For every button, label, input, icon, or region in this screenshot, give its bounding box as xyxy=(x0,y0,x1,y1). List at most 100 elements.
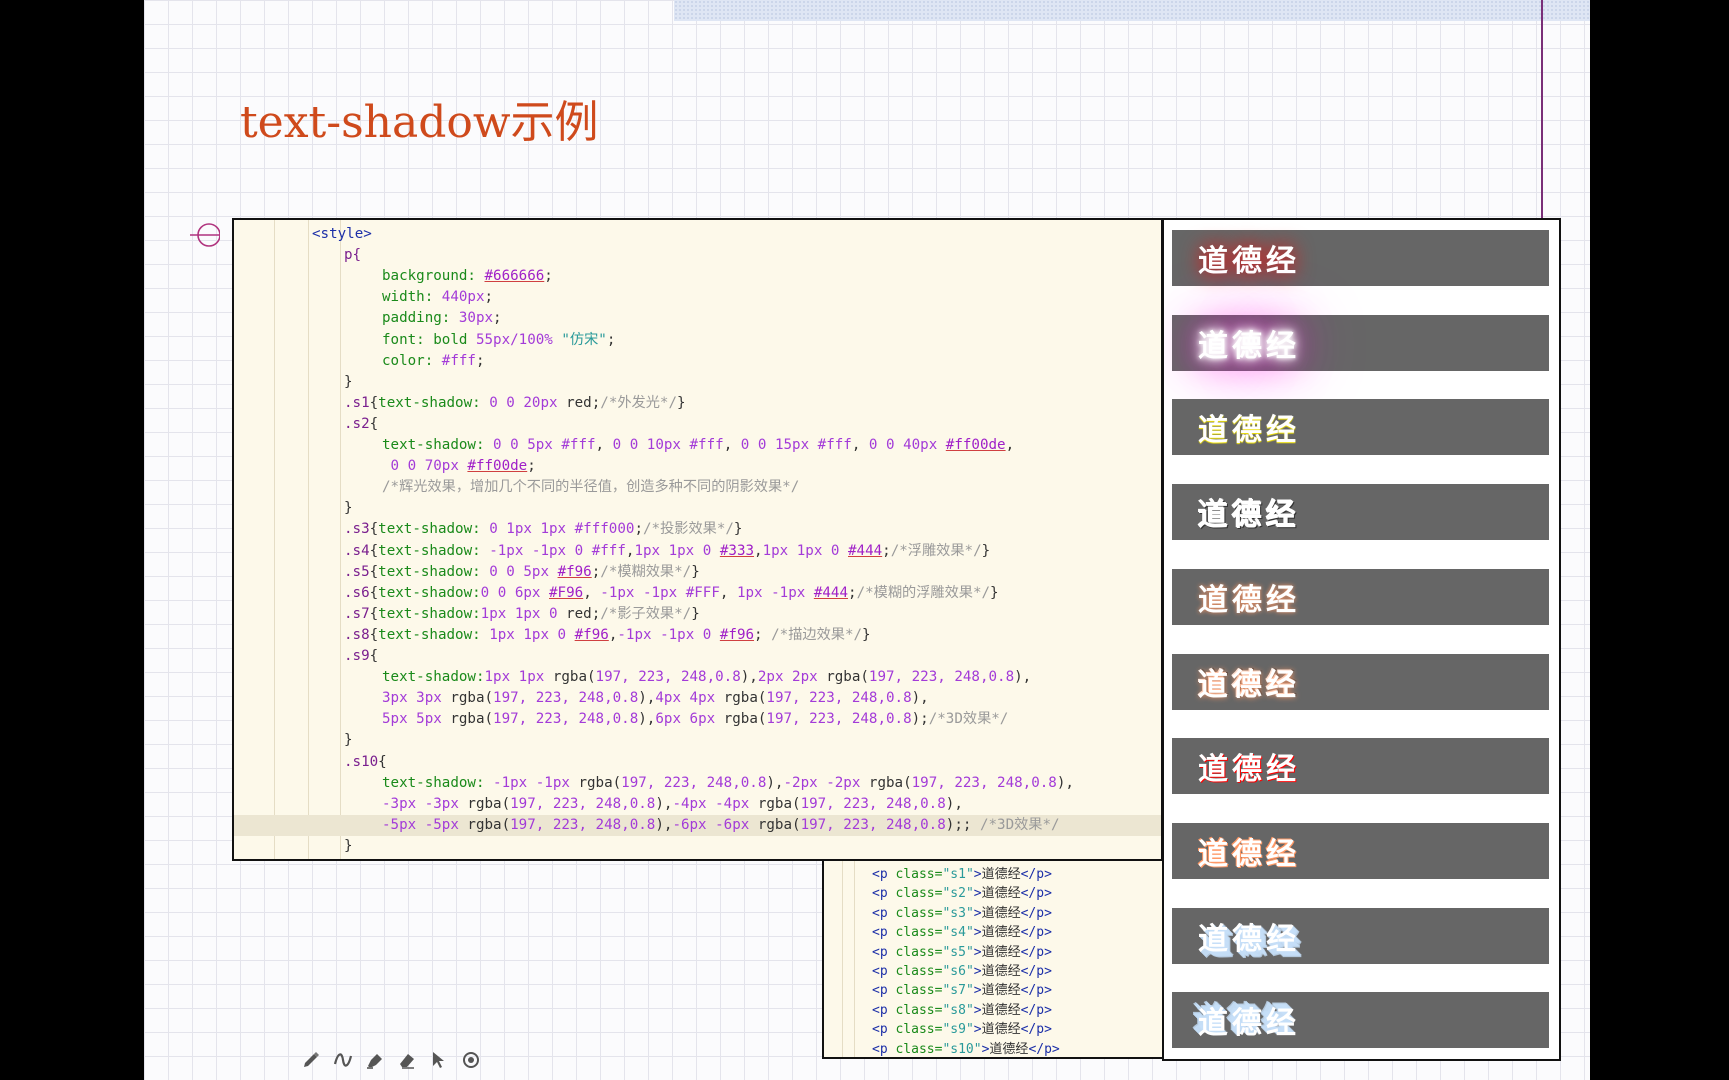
code-token: { xyxy=(378,753,387,770)
code-token: text-shadow: xyxy=(382,437,494,453)
preview-item-s6: 道德经 xyxy=(1172,653,1549,710)
code-token: 0 1px 1px #fff000 xyxy=(489,521,635,538)
code-token: class= xyxy=(895,1002,943,1018)
code-token: <p xyxy=(872,1002,896,1018)
code-line: text-shadow: 0 0 5px #fff, 0 0 10px #fff… xyxy=(234,435,1161,456)
code-token: " xyxy=(965,886,974,902)
code-token: </p> xyxy=(1020,905,1052,921)
preview-panel: 道德经 道德经 道德经 道德经 道德经 道德经 道德经 道德经 道德经 道德经 xyxy=(1162,218,1561,1061)
html-code-line: <p class="s2">道德经</p> xyxy=(872,884,1052,903)
code-token: } xyxy=(862,626,871,643)
code-token: -1px -1px 0 xyxy=(617,626,720,643)
code-token: </p> xyxy=(1020,944,1052,960)
annotation-toolbar xyxy=(300,1048,482,1072)
code-token: } xyxy=(691,605,700,622)
code-token: <p xyxy=(872,964,896,979)
code-token: } xyxy=(677,394,686,411)
code-token: } xyxy=(981,542,991,559)
slide-vertical-line xyxy=(1541,0,1543,218)
code-line: padding: 30px; xyxy=(234,308,1161,329)
code-token: 道德经 xyxy=(989,1041,1029,1057)
preview-text: 道德经 xyxy=(1198,836,1300,872)
code-token: .s8 xyxy=(344,626,370,643)
code-indent-guide xyxy=(842,861,843,1057)
code-token: s7 xyxy=(950,983,966,999)
code-line: .s10{ xyxy=(234,752,1161,773)
code-token: rgba( xyxy=(749,795,801,812)
code-token: rgba( xyxy=(544,669,596,686)
code-token: s10 xyxy=(950,1041,974,1057)
code-token: ), xyxy=(1014,669,1032,686)
highlighter-tool-button[interactable] xyxy=(364,1049,386,1071)
code-token: 197, 223, 248,0.8 xyxy=(800,795,946,812)
code-token: { xyxy=(369,394,379,411)
code-token: s6 xyxy=(950,964,966,979)
code-token: , xyxy=(723,437,741,453)
code-token: </p> xyxy=(1020,1022,1052,1038)
html-code-line: <p class="s7">道德经</p> xyxy=(872,981,1052,1000)
code-token: > xyxy=(973,867,982,882)
code-token: 0 0 70px xyxy=(390,458,468,475)
code-token: );; xyxy=(945,816,980,833)
code-token: 197, 223, 248,0.8 xyxy=(911,774,1057,791)
code-line: } xyxy=(234,836,1161,857)
code-token: background: xyxy=(382,268,485,285)
code-line: 0 0 70px #ff00de; xyxy=(234,456,1161,477)
code-token: 道德经 xyxy=(981,925,1021,941)
code-token: text-shadow: xyxy=(382,774,494,791)
code-token: class= xyxy=(895,905,943,921)
code-token: rgba( xyxy=(458,795,511,812)
code-token: /*浮雕效果*/ xyxy=(890,542,982,559)
code-token: > xyxy=(973,983,982,999)
code-token: .s5 xyxy=(344,563,370,580)
code-line: <style> xyxy=(234,224,1161,245)
code-token: { xyxy=(369,605,379,622)
code-token: ), xyxy=(1056,774,1074,791)
slide-title: text-shadow示例 xyxy=(240,97,599,148)
code-token: ; xyxy=(527,458,536,475)
code-token: </p> xyxy=(1028,1041,1060,1057)
code-token: } xyxy=(344,837,353,854)
code-token: text-shadow: xyxy=(378,542,490,559)
code-token: " xyxy=(965,905,974,921)
code-token: } xyxy=(733,521,743,538)
code-token: ), xyxy=(655,816,673,833)
preview-text: 道德经 xyxy=(1198,498,1300,534)
code-token: /*模糊的浮雕效果*/ xyxy=(856,584,991,601)
code-token: class= xyxy=(895,944,943,960)
code-token: /*3D效果*/ xyxy=(928,711,1009,728)
preview-item-s10: 道德经 xyxy=(1172,992,1549,1049)
code-token: , xyxy=(1005,437,1015,453)
code-token: { xyxy=(369,584,379,601)
code-token: ; xyxy=(544,268,553,285)
code-token: 道德经 xyxy=(981,867,1021,882)
curve-tool-button[interactable] xyxy=(332,1049,354,1071)
code-token: > xyxy=(973,1002,982,1018)
laser-tool-button[interactable] xyxy=(460,1049,482,1071)
pen-tool-button[interactable] xyxy=(300,1049,322,1071)
code-token: rgba( xyxy=(569,774,622,791)
code-token: , xyxy=(595,437,613,453)
code-line: } xyxy=(234,498,1161,519)
code-token: class= xyxy=(895,964,943,979)
code-line: width: 440px; xyxy=(234,287,1161,308)
eraser-tool-button[interactable] xyxy=(396,1049,418,1071)
code-line: .s6{text-shadow:0 0 6px #F96, -1px -1px … xyxy=(234,583,1161,604)
code-token: text-shadow: xyxy=(382,669,485,686)
code-token: 道德经 xyxy=(981,1022,1021,1038)
code-token: <p xyxy=(872,944,896,960)
preview-text: 道德经 xyxy=(1198,582,1300,618)
code-token: /*投影效果*/ xyxy=(642,521,734,538)
code-token: .s1 xyxy=(344,394,370,411)
code-token: 55px/100% xyxy=(475,331,553,348)
code-token: -2px -2px xyxy=(783,774,861,791)
code-token: text-shadow: xyxy=(378,521,490,538)
pointer-tool-button[interactable] xyxy=(428,1049,450,1071)
code-token: ), xyxy=(638,711,656,728)
code-token: } xyxy=(344,500,353,517)
code-token: 197, 223, 248,0.8 xyxy=(868,669,1015,686)
code-token: /*描边效果*/ xyxy=(771,626,863,643)
code-token: ; xyxy=(848,584,857,601)
code-token: { xyxy=(369,648,379,664)
code-token: </p> xyxy=(1020,886,1052,902)
